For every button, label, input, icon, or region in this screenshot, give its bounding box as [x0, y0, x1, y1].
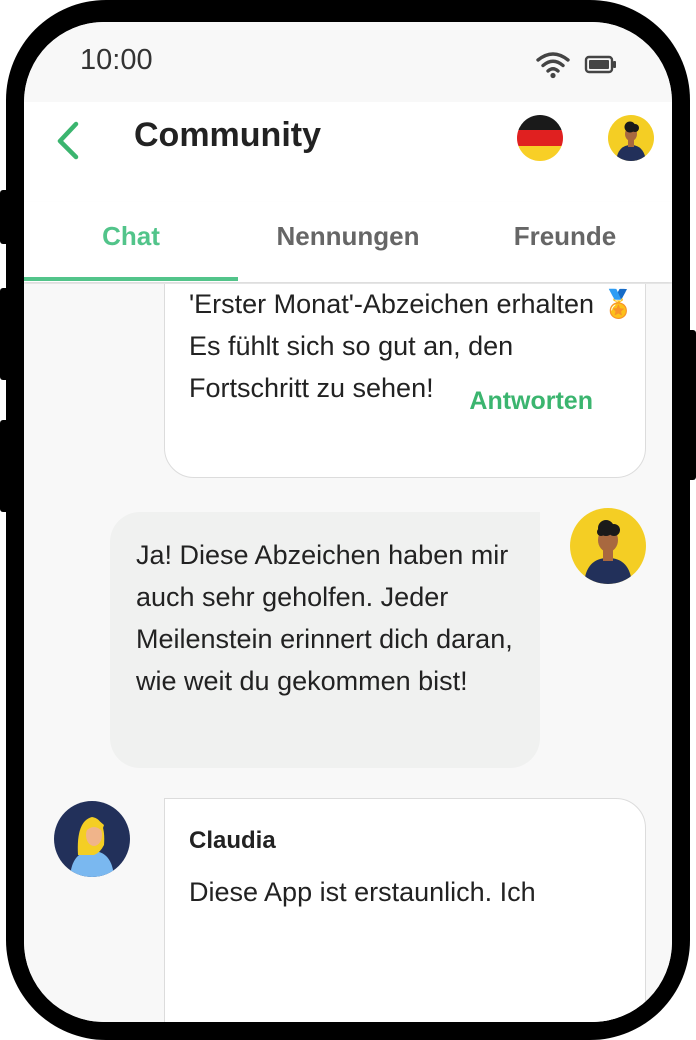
- back-button[interactable]: [44, 120, 94, 160]
- flag-stripe-gold: [517, 145, 563, 161]
- tab-chat[interactable]: Chat: [24, 202, 238, 280]
- chevron-left-icon: [57, 121, 79, 160]
- germany-flag-icon: [517, 115, 563, 131]
- own-message-bubble: Ja! Diese Abzeichen haben mir auch sehr …: [110, 512, 540, 768]
- active-tab-indicator: [24, 277, 238, 281]
- battery-icon: [584, 55, 616, 74]
- phone-side-button: [0, 420, 10, 512]
- status-bar: 10:00: [24, 22, 672, 102]
- status-icons: [536, 52, 616, 79]
- message-text: Ja! Diese Abzeichen haben mir auch sehr …: [136, 540, 513, 696]
- tab-nennungen[interactable]: Nennungen: [238, 202, 458, 280]
- profile-button[interactable]: [608, 115, 654, 161]
- own-avatar[interactable]: [570, 508, 646, 584]
- claudia-avatar[interactable]: [54, 801, 130, 877]
- user-avatar-icon: [616, 121, 646, 161]
- message-text: Diese App ist erstaunlich. Ich: [189, 877, 536, 907]
- reply-button[interactable]: Antworten: [469, 387, 593, 416]
- phone-side-button: [0, 288, 10, 380]
- message-card: Claudia Diese App ist erstaunlich. Ich: [164, 798, 646, 1022]
- page-title: Community: [134, 116, 321, 154]
- message-card: 'Erster Monat'-Abzeichen erhalten 🏅 Es f…: [164, 284, 646, 478]
- flag-stripe-red: [517, 130, 563, 146]
- phone-side-button: [686, 330, 696, 480]
- wifi-icon: [536, 52, 570, 79]
- status-time: 10:00: [80, 44, 153, 76]
- phone-screen: 10:00 Community Chat Nennungen Freunde '…: [24, 22, 672, 1022]
- tab-bar: Chat Nennungen Freunde: [24, 202, 672, 282]
- sender-name: Claudia: [189, 827, 276, 854]
- user-avatar-icon: [584, 520, 632, 584]
- app-header: Community: [24, 102, 672, 202]
- phone-side-button: [0, 190, 10, 244]
- language-flag-button[interactable]: [517, 115, 563, 161]
- chat-list[interactable]: 'Erster Monat'-Abzeichen erhalten 🏅 Es f…: [24, 284, 672, 1022]
- user-avatar-icon: [70, 817, 114, 877]
- tab-freunde[interactable]: Freunde: [458, 202, 672, 280]
